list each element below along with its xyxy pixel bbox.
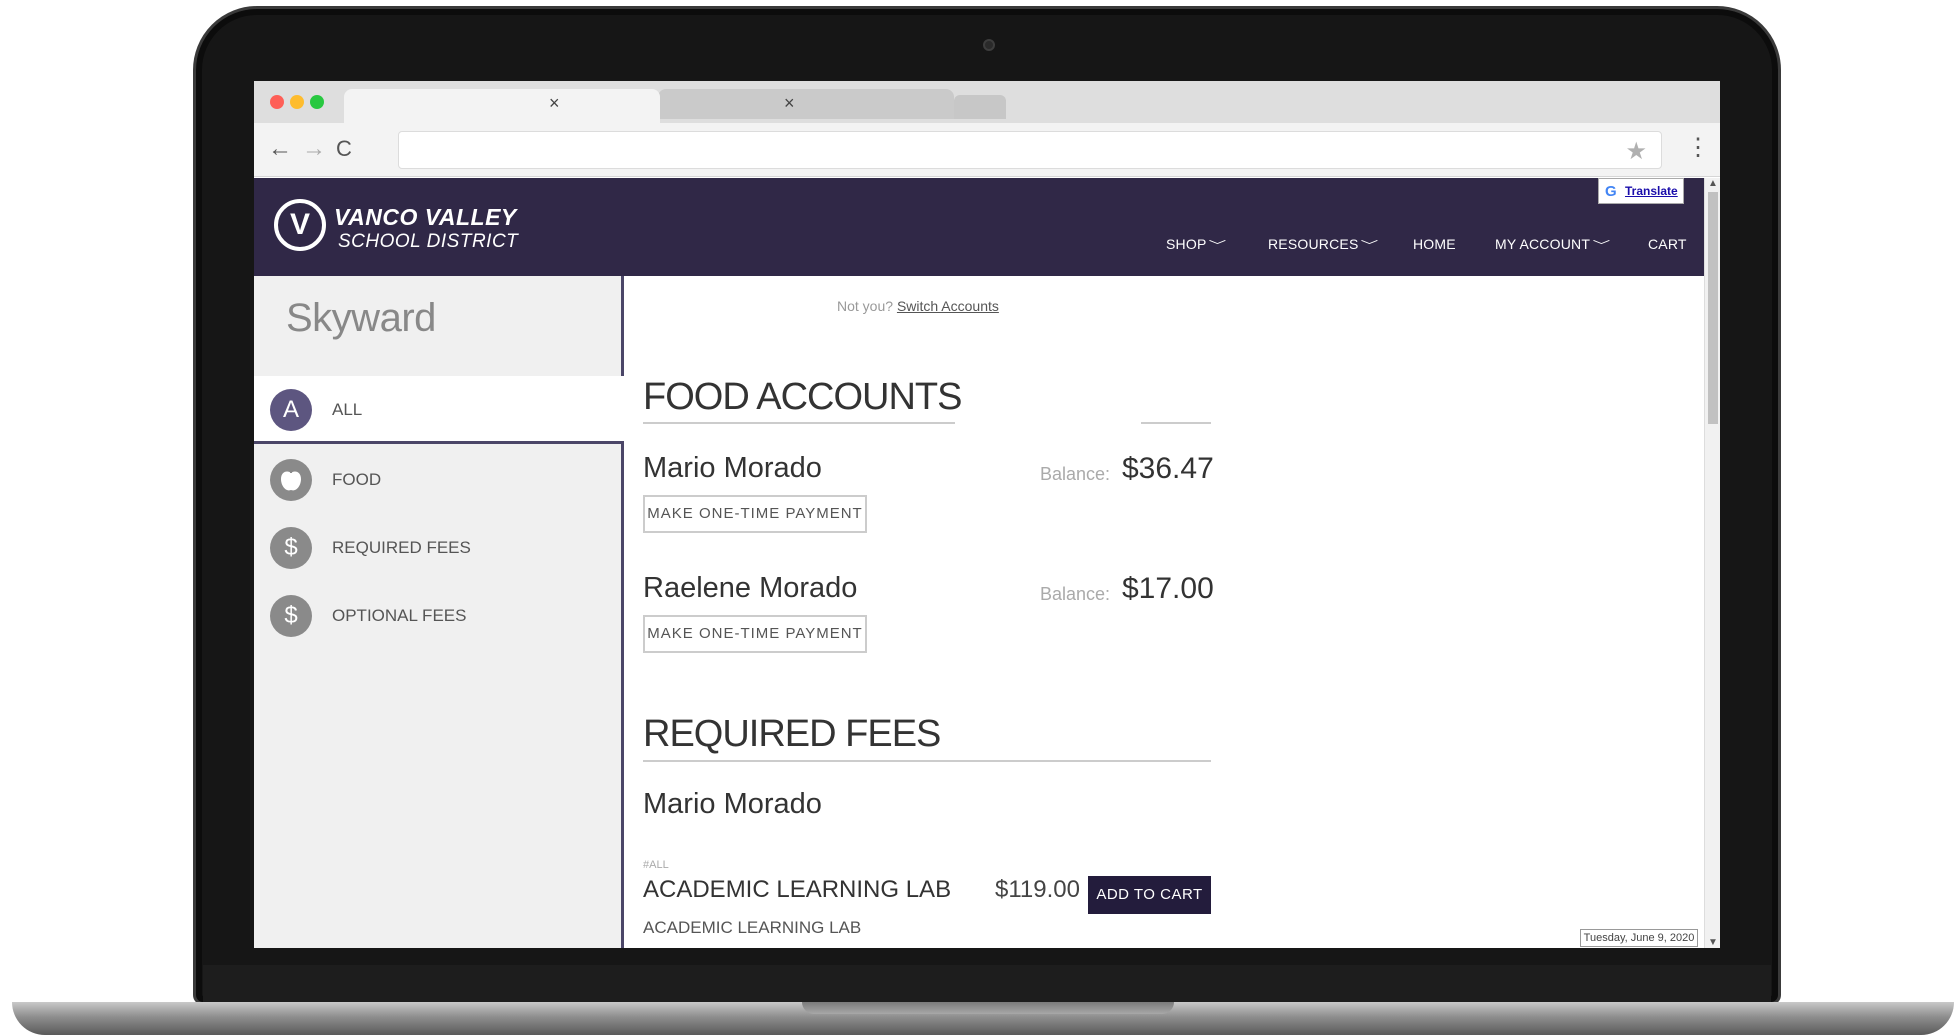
account-name: Mario Morado bbox=[643, 452, 822, 484]
apple-icon bbox=[270, 459, 312, 501]
browser-menu-icon[interactable]: ⋮ bbox=[1686, 133, 1710, 163]
balance-value: $17.00 bbox=[1122, 572, 1214, 605]
nav-resources-label: RESOURCES bbox=[1268, 236, 1359, 252]
balance-value: $36.47 bbox=[1122, 452, 1214, 485]
nav-my-account-label: MY ACCOUNT bbox=[1495, 236, 1591, 252]
fee-student-name: Mario Morado bbox=[643, 788, 822, 820]
browser-window: × × ← → C ★ ⋮ V VANCO VALLEY SCHOOL DIST… bbox=[254, 81, 1720, 948]
nav-cart-label: CART bbox=[1648, 236, 1687, 252]
sidebar-item-food[interactable]: FOOD bbox=[254, 446, 621, 514]
make-one-time-payment-button[interactable]: MAKE ONE-TIME PAYMENT bbox=[643, 615, 867, 653]
not-you-line: Not you? Switch Accounts bbox=[837, 298, 999, 314]
browser-tab-inactive[interactable] bbox=[658, 89, 954, 119]
reload-icon[interactable]: C bbox=[336, 135, 352, 163]
minimize-window-button[interactable] bbox=[290, 95, 304, 109]
fee-item-description: ACADEMIC LEARNING LAB bbox=[643, 918, 862, 937]
sidebar-item-label: OPTIONAL FEES bbox=[332, 606, 467, 625]
nav-cart[interactable]: CART bbox=[1648, 236, 1687, 252]
balance-label: Balance: bbox=[1040, 464, 1111, 484]
heading-underline bbox=[643, 760, 1211, 762]
scroll-up-icon[interactable]: ▲ bbox=[1708, 178, 1718, 189]
tab-close-icon[interactable]: × bbox=[784, 93, 795, 113]
nav-shop-label: SHOP bbox=[1166, 236, 1207, 252]
food-accounts-heading: FOOD ACCOUNTS bbox=[643, 376, 962, 418]
forward-arrow-icon[interactable]: → bbox=[302, 135, 326, 163]
tab-bar: × × bbox=[254, 81, 1720, 123]
bookmark-star-icon[interactable]: ★ bbox=[1625, 137, 1647, 166]
chevron-down-icon: ﹀ bbox=[1361, 240, 1380, 252]
district-logo[interactable]: V bbox=[274, 199, 326, 251]
nav-home[interactable]: HOME bbox=[1413, 236, 1456, 252]
date-tooltip: Tuesday, June 9, 2020 bbox=[1580, 929, 1698, 947]
nav-resources[interactable]: RESOURCES ﹀ bbox=[1268, 236, 1380, 253]
nav-my-account[interactable]: MY ACCOUNT ﹀ bbox=[1495, 236, 1610, 253]
balance-label: Balance: bbox=[1040, 584, 1111, 604]
required-fees-heading: REQUIRED FEES bbox=[643, 713, 941, 755]
page-scrollbar[interactable]: ▲ ▼ bbox=[1704, 178, 1720, 948]
main-content: Not you? Switch Accounts FOOD ACCOUNTS M… bbox=[643, 276, 1704, 948]
web-page: V VANCO VALLEY SCHOOL DISTRICT G Transla… bbox=[254, 178, 1704, 948]
sidebar-title: Skyward bbox=[286, 296, 436, 340]
laptop-chin bbox=[203, 965, 1771, 1003]
fee-tag: #ALL bbox=[643, 859, 669, 871]
new-tab-button[interactable] bbox=[954, 95, 1006, 119]
address-bar[interactable]: ★ bbox=[398, 131, 1662, 169]
switch-accounts-link[interactable]: Switch Accounts bbox=[897, 298, 999, 314]
google-g-icon: G bbox=[1605, 183, 1617, 200]
chevron-down-icon: ﹀ bbox=[1592, 240, 1611, 252]
google-translate-widget[interactable]: G Translate bbox=[1598, 178, 1684, 204]
category-sidebar: Skyward A ALL FOOD $ REQUIRED FEES $ OPT… bbox=[254, 276, 624, 948]
brand-subtitle: SCHOOL DISTRICT bbox=[338, 231, 519, 252]
brand-name: VANCO VALLEY bbox=[334, 204, 517, 230]
sidebar-item-optional-fees[interactable]: $ OPTIONAL FEES bbox=[254, 582, 621, 650]
dollar-icon: $ bbox=[270, 527, 312, 569]
add-to-cart-button[interactable]: ADD TO CART bbox=[1088, 876, 1211, 914]
all-letter-icon: A bbox=[270, 389, 312, 431]
dollar-icon: $ bbox=[270, 595, 312, 637]
scrollbar-thumb[interactable] bbox=[1708, 192, 1718, 424]
site-header: V VANCO VALLEY SCHOOL DISTRICT G Transla… bbox=[254, 178, 1704, 276]
sidebar-item-label: REQUIRED FEES bbox=[332, 538, 471, 557]
nav-home-label: HOME bbox=[1413, 236, 1456, 252]
sidebar-item-required-fees[interactable]: $ REQUIRED FEES bbox=[254, 514, 621, 582]
make-one-time-payment-button[interactable]: MAKE ONE-TIME PAYMENT bbox=[643, 495, 867, 533]
sidebar-item-all[interactable]: A ALL bbox=[254, 376, 624, 444]
camera-icon bbox=[983, 39, 995, 51]
browser-toolbar: ← → C ★ ⋮ bbox=[254, 123, 1720, 177]
laptop-base-notch bbox=[802, 1002, 1174, 1014]
nav-shop[interactable]: SHOP ﹀ bbox=[1166, 236, 1228, 253]
not-you-text: Not you? bbox=[837, 298, 894, 314]
back-arrow-icon[interactable]: ← bbox=[268, 135, 292, 163]
fee-item-title: ACADEMIC LEARNING LAB bbox=[643, 876, 952, 903]
maximize-window-button[interactable] bbox=[310, 95, 324, 109]
fee-item-price: $119.00 bbox=[995, 876, 1080, 903]
heading-underline-short bbox=[1141, 422, 1211, 424]
heading-underline bbox=[643, 422, 955, 424]
chevron-down-icon: ﹀ bbox=[1209, 240, 1228, 252]
sidebar-item-label: FOOD bbox=[332, 470, 382, 489]
close-window-button[interactable] bbox=[270, 95, 284, 109]
browser-tab-active[interactable] bbox=[344, 89, 660, 123]
scroll-down-icon[interactable]: ▼ bbox=[1708, 937, 1718, 948]
sidebar-item-label: ALL bbox=[332, 400, 363, 419]
apple-icon-svg bbox=[281, 466, 301, 491]
tab-close-icon[interactable]: × bbox=[549, 93, 560, 113]
account-name: Raelene Morado bbox=[643, 572, 858, 604]
translate-link[interactable]: Translate bbox=[1625, 184, 1678, 198]
